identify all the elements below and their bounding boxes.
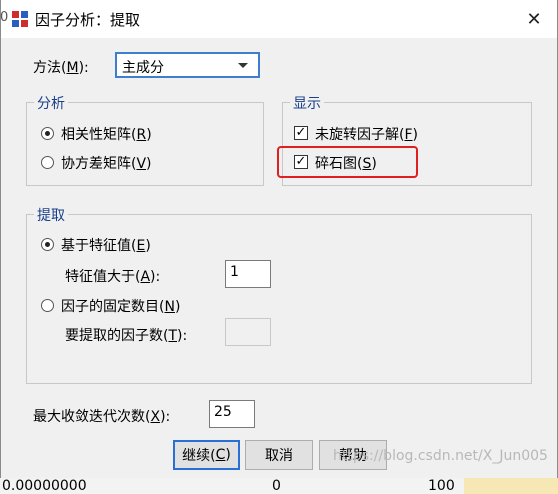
method-label-prefix: 方法(	[33, 60, 67, 76]
app-icon	[11, 10, 29, 28]
fixed-label-suffix: ):	[177, 328, 188, 344]
max-iterations-input[interactable]: 25	[209, 400, 255, 428]
background-row-value-1: 0.00000000	[2, 478, 87, 494]
extract-group-title: 提取	[34, 205, 68, 225]
method-label: 方法(M):	[33, 57, 89, 77]
fixed-label-key: T	[168, 328, 178, 344]
correlation-key: R	[136, 127, 147, 143]
eigen-option-suffix: )	[145, 238, 151, 254]
unrotated-solution-label[interactable]: 未旋转因子解(F)	[315, 124, 418, 144]
eigenvalue-option-label[interactable]: 基于特征值(E)	[61, 235, 151, 255]
background-row-value-2: 0	[272, 478, 281, 494]
close-icon: ✕	[526, 8, 542, 30]
close-button[interactable]: ✕	[511, 0, 557, 38]
method-label-suffix: ):	[78, 60, 89, 76]
scree-plot-highlight	[277, 146, 418, 178]
factor-count-input[interactable]	[225, 318, 271, 346]
dialog-window: 因子分析：提取 ✕ 方法(M): 主成分 分析 相关性矩阵(R) 协方差矩阵(V…	[0, 0, 558, 479]
covariance-matrix-radio[interactable]	[41, 156, 54, 169]
unrotated-suffix: )	[412, 127, 418, 143]
covariance-key: V	[136, 156, 147, 172]
correlation-suffix: )	[146, 127, 152, 143]
correlation-matrix-label[interactable]: 相关性矩阵(R)	[61, 124, 152, 144]
unrotated-solution-checkbox[interactable]: ✓	[294, 126, 308, 140]
method-label-key: M	[66, 60, 79, 76]
correlation-prefix: 相关性矩阵(	[61, 127, 137, 143]
analysis-group: 分析	[26, 93, 264, 186]
factor-count-label: 要提取的因子数(T):	[65, 325, 187, 345]
method-select[interactable]: 主成分	[115, 52, 260, 78]
cancel-label: 取消	[265, 448, 293, 464]
max-iterations-label: 最大收敛迭代次数(X):	[33, 406, 170, 426]
background-left-edge-top: 0	[0, 10, 9, 25]
title-bar: 因子分析：提取 ✕	[1, 0, 557, 38]
fixed-factors-radio[interactable]	[41, 299, 54, 312]
iterations-prefix: 最大收敛迭代次数(	[33, 409, 151, 425]
display-group-title: 显示	[290, 93, 324, 113]
correlation-matrix-radio[interactable]	[41, 127, 54, 140]
eigenvalue-threshold-label: 特征值大于(A):	[65, 266, 160, 286]
continue-prefix: 继续(	[182, 448, 216, 464]
background-row-value-3: 100	[428, 478, 455, 494]
fixed-factors-label[interactable]: 因子的固定数目(N)	[61, 296, 180, 316]
continue-button[interactable]: 继续(C)	[173, 440, 240, 470]
covariance-prefix: 协方差矩阵(	[61, 156, 137, 172]
eigen-label-prefix: 特征值大于(	[65, 269, 141, 285]
fixed-option-key: N	[164, 299, 175, 315]
covariance-suffix: )	[146, 156, 152, 172]
chevron-down-icon	[238, 63, 248, 68]
covariance-matrix-label[interactable]: 协方差矩阵(V)	[61, 153, 152, 173]
background-table-row: 0.00000000 0 100	[0, 478, 558, 494]
eigen-option-prefix: 基于特征值(	[61, 238, 137, 254]
unrotated-prefix: 未旋转因子解(	[315, 127, 405, 143]
continue-suffix: )	[225, 447, 231, 463]
method-selected-value: 主成分	[122, 60, 164, 76]
eigen-label-key: A	[140, 269, 151, 285]
background-highlight-cell	[464, 478, 558, 494]
eigenvalue-radio[interactable]	[41, 238, 54, 251]
watermark: https://blog.csdn.net/X_Jun005	[333, 448, 548, 464]
iterations-key: X	[150, 409, 161, 425]
analysis-group-title: 分析	[34, 93, 68, 113]
continue-key: C	[215, 447, 226, 463]
fixed-option-prefix: 因子的固定数目(	[61, 299, 165, 315]
eigen-label-suffix: ):	[150, 269, 161, 285]
cancel-button[interactable]: 取消	[245, 440, 313, 470]
unrotated-key: F	[404, 127, 413, 143]
fixed-option-suffix: )	[174, 299, 181, 315]
eigenvalue-input[interactable]: 1	[225, 260, 271, 288]
window-title: 因子分析：提取	[35, 11, 141, 29]
iterations-suffix: ):	[160, 409, 171, 425]
eigen-option-key: E	[136, 238, 146, 254]
fixed-label-prefix: 要提取的因子数(	[65, 328, 169, 344]
